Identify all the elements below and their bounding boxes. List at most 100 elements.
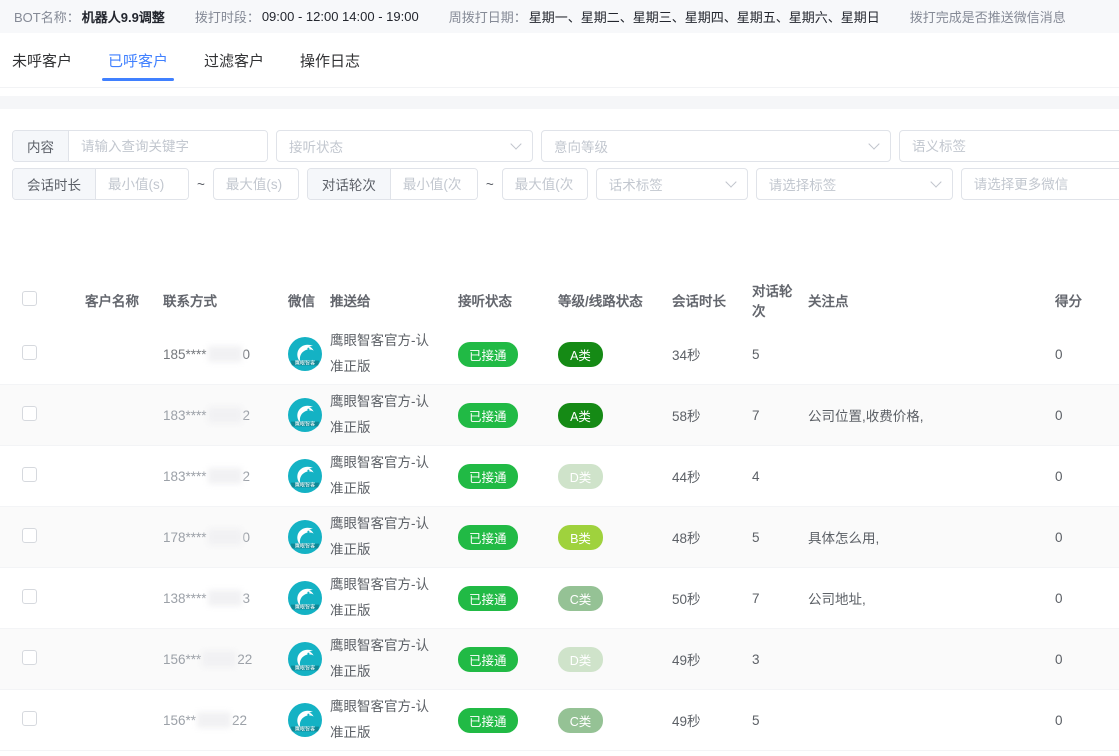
filter-row-1: 内容 接听状态 意向等级 [12, 130, 1107, 162]
answer-status-select[interactable]: 接听状态 [276, 130, 533, 162]
session-duration-label: 会话时长 [13, 169, 96, 199]
score-cell: 0 [1002, 530, 1119, 545]
dialog-rounds-cell: 5 [736, 713, 802, 728]
script-tag-select[interactable]: 话术标签 [596, 168, 748, 200]
session-duration-cell: 49秒 [656, 649, 736, 669]
pushed-to-cell: 鹰眼智客官方-认准正版 [322, 511, 448, 564]
tag-select-placeholder: 请选择标签 [769, 174, 837, 194]
focus-point-cell: 公司位置,收费价格, [802, 405, 1002, 425]
focus-point-cell: 公司地址, [802, 588, 1002, 608]
grade-cell: C类 [546, 586, 656, 611]
svg-text:鹰眼智客: 鹰眼智客 [295, 543, 315, 550]
row-checkbox[interactable] [22, 650, 37, 665]
dialog-rounds-group: 对话轮次 [307, 168, 478, 200]
duration-max-input[interactable] [213, 168, 299, 200]
wechat-avatar-icon: 鹰眼智客 [288, 337, 322, 371]
duration-min-input[interactable] [96, 169, 188, 199]
pushed-to-cell: 鹰眼智客官方-认准正版 [322, 450, 448, 503]
grade-cell: A类 [546, 342, 656, 367]
svg-text:鹰眼智客: 鹰眼智客 [295, 726, 315, 733]
contact-phone-cell: 178****0 [140, 529, 280, 545]
row-checkbox[interactable] [22, 406, 37, 421]
grade-badge: A类 [558, 403, 603, 428]
phone-suffix: 22 [237, 652, 252, 667]
row-checkbox-cell [0, 589, 60, 607]
chevron-down-icon [725, 176, 736, 187]
redacted-phone-digits [197, 712, 231, 728]
chevron-down-icon [930, 176, 941, 187]
table-row: 138****3 鹰眼智客 鹰眼智客官方-认准正版 已接通 C类 50秒 7 公… [0, 568, 1119, 629]
svg-text:鹰眼智客: 鹰眼智客 [295, 604, 315, 611]
semantic-tag-input[interactable] [899, 130, 1119, 162]
answered-status-badge: 已接通 [458, 647, 518, 672]
session-duration-group: 会话时长 [12, 168, 189, 200]
redacted-phone-digits [208, 590, 242, 606]
redacted-phone-digits [208, 346, 242, 362]
table-row: 178****0 鹰眼智客 鹰眼智客官方-认准正版 已接通 B类 48秒 5 具… [0, 507, 1119, 568]
grade-badge: A类 [558, 342, 603, 367]
tab-called-customers[interactable]: 已呼客户 [108, 33, 168, 87]
answer-status-cell: 已接通 [448, 586, 546, 611]
col-header-pushed-to: 推送给 [322, 290, 448, 310]
tag-select[interactable]: 请选择标签 [756, 168, 953, 200]
tab-uncalled-customers[interactable]: 未呼客户 [12, 33, 72, 87]
contact-phone-cell: 156***22 [140, 651, 280, 667]
phone-suffix: 22 [232, 713, 247, 728]
row-checkbox[interactable] [22, 467, 37, 482]
grade-cell: B类 [546, 525, 656, 550]
pushed-to-cell: 鹰眼智客官方-认准正版 [322, 572, 448, 625]
content-keyword-input[interactable] [69, 131, 267, 161]
answered-status-badge: 已接通 [458, 525, 518, 550]
phone-prefix: 183**** [163, 469, 207, 484]
grade-cell: A类 [546, 403, 656, 428]
pushed-to-cell: 鹰眼智客官方-认准正版 [322, 389, 448, 442]
phone-suffix: 3 [243, 591, 251, 606]
session-duration-cell: 58秒 [656, 405, 736, 425]
wechat-cell: 鹰眼智客 [280, 398, 322, 432]
contact-phone-cell: 183****2 [140, 468, 280, 484]
table-body: 185****0 鹰眼智客 鹰眼智客官方-认准正版 已接通 A类 34秒 5 0 [0, 324, 1119, 751]
wechat-avatar-icon: 鹰眼智客 [288, 703, 322, 737]
contact-phone-cell: 138****3 [140, 590, 280, 606]
session-duration-cell: 34秒 [656, 344, 736, 364]
more-wechat-input[interactable] [961, 168, 1119, 200]
grade-badge: C类 [558, 586, 603, 611]
dialog-rounds-cell: 3 [736, 652, 802, 667]
row-checkbox-cell [0, 711, 60, 729]
bot-config-bar: BOT名称： 机器人9.9调整 拨打时段： 09:00 - 12:00 14:0… [0, 0, 1119, 33]
phone-suffix: 2 [243, 408, 251, 423]
rounds-min-input[interactable] [391, 169, 477, 199]
table-row: 183****2 鹰眼智客 鹰眼智客官方-认准正版 已接通 A类 58秒 7 公… [0, 385, 1119, 446]
answered-status-badge: 已接通 [458, 708, 518, 733]
row-checkbox[interactable] [22, 528, 37, 543]
row-checkbox[interactable] [22, 589, 37, 604]
tab-operation-log[interactable]: 操作日志 [300, 33, 360, 87]
tab-filtered-customers[interactable]: 过滤客户 [204, 33, 264, 87]
redacted-phone-digits [208, 529, 242, 545]
row-checkbox-cell [0, 528, 60, 546]
dialog-rounds-label: 对话轮次 [308, 169, 391, 199]
chevron-down-icon [510, 138, 521, 149]
row-checkbox[interactable] [22, 711, 37, 726]
col-header-focus-point: 关注点 [802, 290, 1002, 310]
wechat-cell: 鹰眼智客 [280, 703, 322, 737]
wechat-avatar-icon: 鹰眼智客 [288, 398, 322, 432]
table-header-row: 客户名称 联系方式 微信 推送给 接听状态 等级/线路状态 会话时长 对话轮次 … [0, 276, 1119, 324]
answer-status-cell: 已接通 [448, 464, 546, 489]
duration-range-tilde: ~ [197, 177, 205, 192]
session-duration-cell: 49秒 [656, 710, 736, 730]
select-all-checkbox[interactable] [22, 291, 37, 306]
col-header-wechat: 微信 [280, 290, 322, 310]
answer-status-cell: 已接通 [448, 647, 546, 672]
phone-prefix: 183**** [163, 408, 207, 423]
intent-level-select[interactable]: 意向等级 [541, 130, 891, 162]
filters-panel: 内容 接听状态 意向等级 会话时长 ~ 对话轮次 ~ 话术标签 请 [0, 130, 1119, 200]
answered-status-badge: 已接通 [458, 464, 518, 489]
focus-point-cell: 具体怎么用, [802, 527, 1002, 547]
rounds-max-input[interactable] [502, 168, 588, 200]
pushed-to-cell: 鹰眼智客官方-认准正版 [322, 694, 448, 747]
wechat-avatar-icon: 鹰眼智客 [288, 459, 322, 493]
row-checkbox[interactable] [22, 345, 37, 360]
session-duration-cell: 48秒 [656, 527, 736, 547]
phone-suffix: 0 [243, 347, 251, 362]
